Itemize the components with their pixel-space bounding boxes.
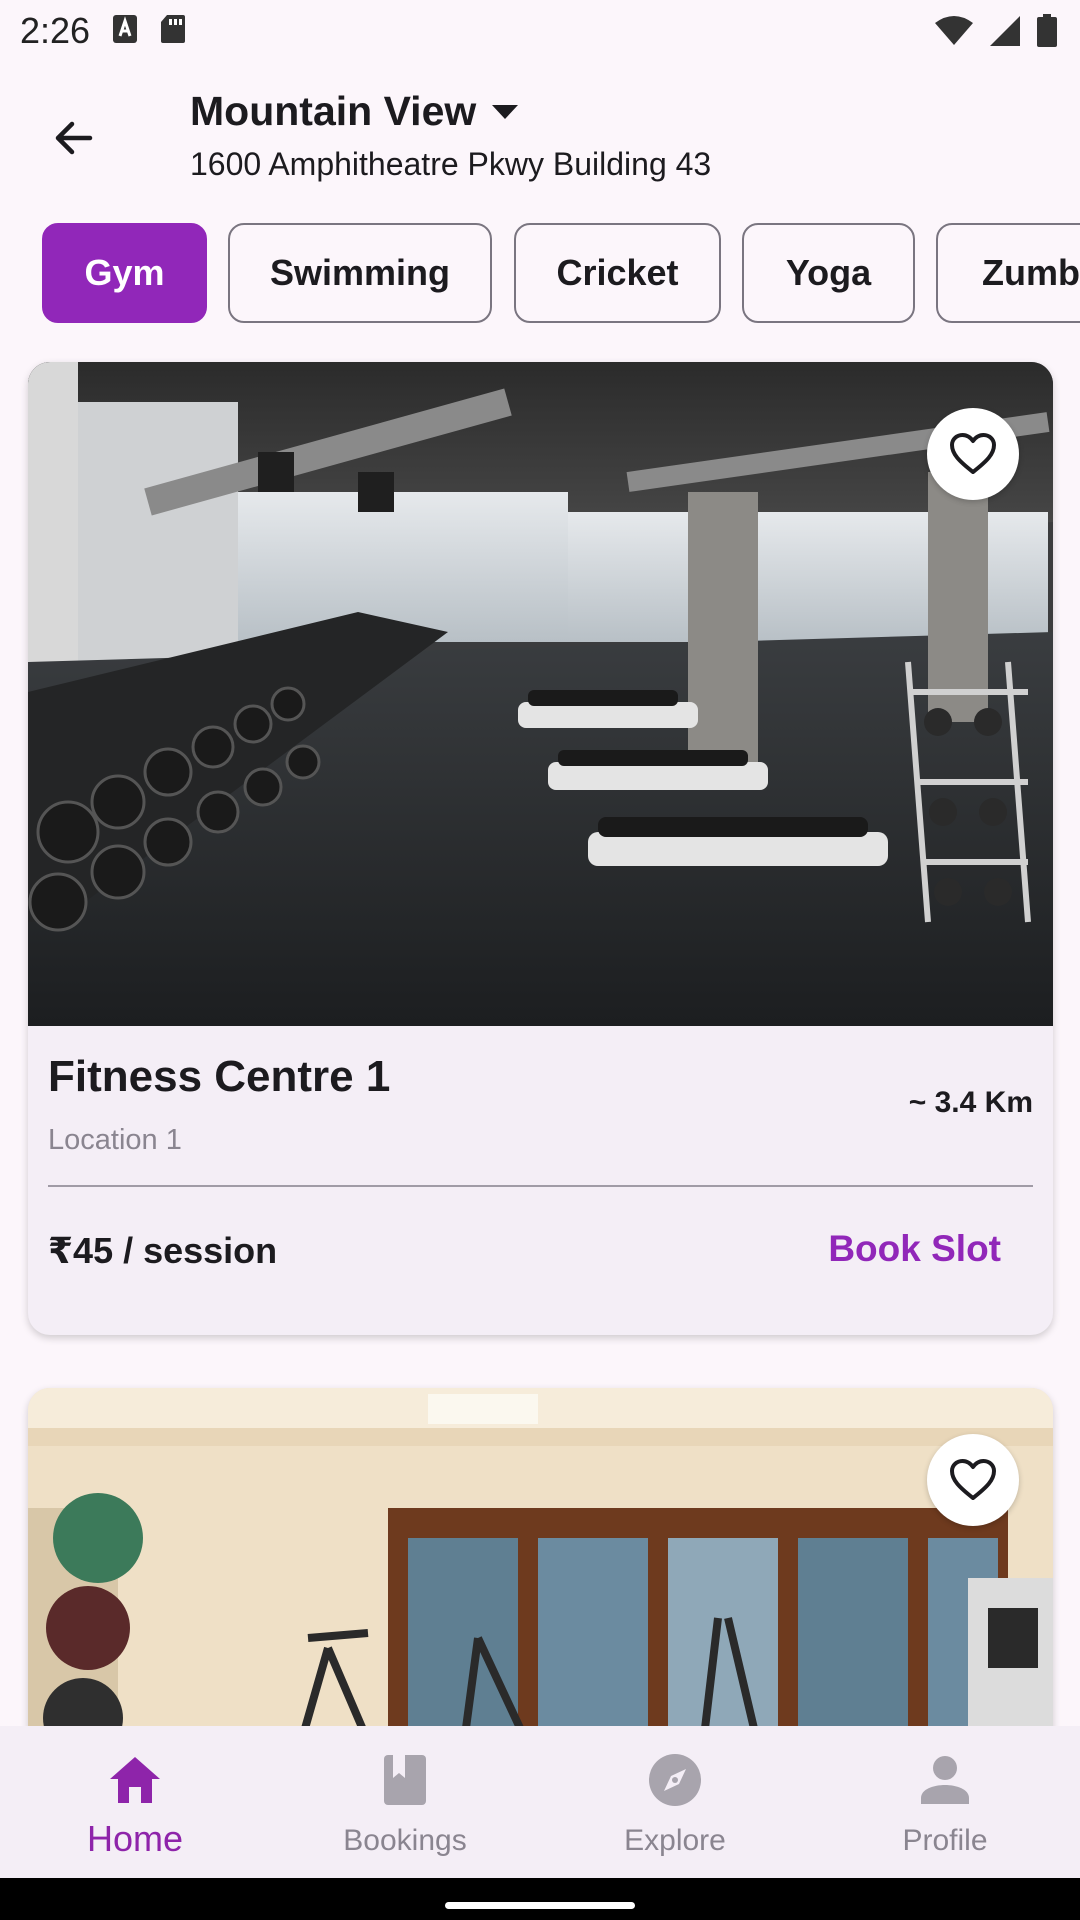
dropdown-arrow-icon — [492, 104, 519, 119]
bottom-navigation: Home Bookings Explore Profile — [0, 1726, 1080, 1878]
category-chips: Gym Swimming Cricket Yoga Zumba — [42, 223, 1080, 323]
card-divider — [48, 1185, 1033, 1187]
venue-card[interactable]: Fitness Centre 1 Location 1 ~ 3.4 Km ₹45… — [28, 362, 1053, 1335]
wifi-icon — [935, 16, 973, 45]
arrow-back-icon — [55, 121, 93, 155]
person-icon — [921, 1756, 969, 1804]
nav-profile-label: Profile — [902, 1824, 988, 1857]
location-address: 1600 Amphitheatre Pkwy Building 43 — [190, 146, 712, 182]
chip-yoga[interactable]: Yoga — [742, 223, 915, 323]
gym-photo — [28, 362, 1053, 1026]
venue-title: Fitness Centre 1 — [48, 1052, 391, 1101]
compass-icon — [649, 1754, 701, 1806]
chip-cricket[interactable]: Cricket — [514, 223, 721, 323]
gesture-handle[interactable] — [445, 1902, 635, 1909]
system-gesture-bar — [0, 1878, 1080, 1920]
chip-swimming[interactable]: Swimming — [228, 223, 492, 323]
nav-home-label: Home — [86, 1818, 184, 1859]
favorite-button[interactable] — [927, 1434, 1019, 1526]
nav-profile[interactable]: Profile — [810, 1726, 1080, 1878]
nav-explore[interactable]: Explore — [540, 1726, 810, 1878]
home-icon — [110, 1757, 160, 1803]
nav-home[interactable]: Home — [0, 1726, 270, 1878]
status-time: 2:26 — [20, 10, 91, 51]
text-notification-icon — [113, 15, 137, 43]
status-bar: 2:26 — [0, 0, 1080, 64]
favorite-button[interactable] — [927, 408, 1019, 500]
heart-outline-icon — [950, 1459, 996, 1500]
book-slot-button[interactable]: Book Slot — [828, 1228, 1001, 1270]
app-screen: 2:26 Mountain View 1600 Amphitheatre Pkw… — [0, 0, 1080, 1920]
chip-gym[interactable]: Gym — [42, 223, 207, 323]
venue-price: ₹45 / session — [48, 1230, 278, 1271]
venue-distance: ~ 3.4 Km — [908, 1086, 1033, 1119]
location-selector[interactable]: Mountain View — [190, 88, 520, 135]
nav-bookings-label: Bookings — [343, 1824, 467, 1857]
battery-icon — [1037, 14, 1057, 47]
status-notification-icons — [112, 14, 186, 44]
nav-bookings[interactable]: Bookings — [270, 1726, 540, 1878]
sd-card-icon — [161, 15, 185, 43]
chip-zumba[interactable]: Zumba — [936, 223, 1080, 323]
status-system-icons — [934, 14, 1058, 48]
back-button[interactable] — [36, 100, 112, 176]
cellular-signal-icon — [990, 16, 1020, 46]
venue-image-gym — [28, 362, 1053, 1026]
venue-location: Location 1 — [48, 1124, 182, 1156]
nav-explore-label: Explore — [624, 1824, 726, 1857]
bookmark-icon — [384, 1755, 426, 1805]
heart-outline-icon — [950, 433, 996, 474]
location-title: Mountain View — [190, 88, 477, 134]
